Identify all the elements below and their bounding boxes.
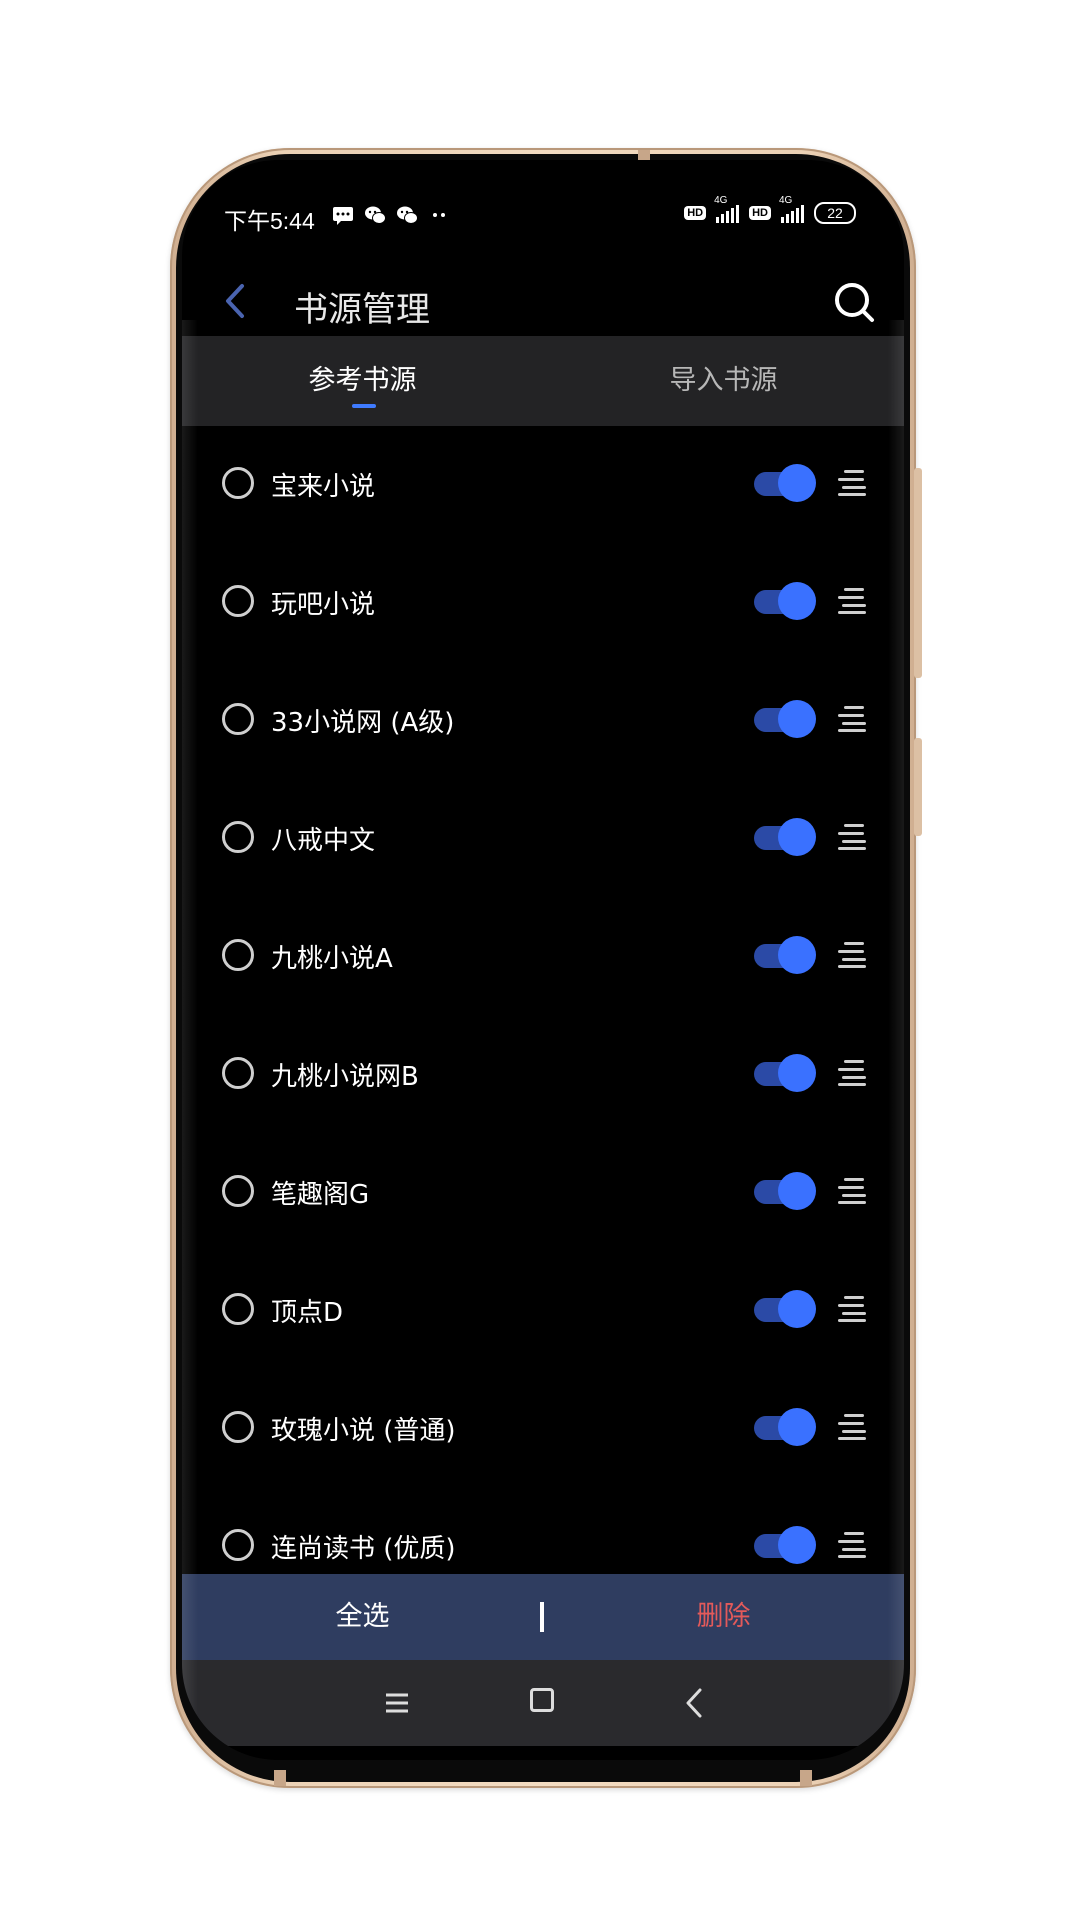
source-row[interactable]: 玫瑰小说 (普通): [182, 1370, 904, 1488]
drag-handle-icon[interactable]: [838, 706, 870, 732]
tab-reference-sources[interactable]: 参考书源: [182, 336, 543, 426]
network-type-label: 4G: [779, 195, 793, 206]
select-radio[interactable]: [222, 1175, 254, 1207]
frame-antenna-line: [274, 1770, 286, 1786]
status-time: 下午5:44: [224, 208, 315, 234]
tab-active-indicator: [352, 404, 376, 408]
enable-toggle[interactable]: [754, 936, 816, 976]
enable-toggle[interactable]: [754, 1290, 816, 1330]
page-title: 书源管理: [294, 290, 430, 330]
source-name: 连尚读书 (优质): [271, 1534, 456, 1564]
select-all-button[interactable]: 全选: [182, 1574, 543, 1660]
drag-handle-icon[interactable]: [838, 470, 870, 496]
enable-toggle[interactable]: [754, 1408, 816, 1448]
drag-handle-icon[interactable]: [838, 1296, 870, 1322]
tab-import-sources[interactable]: 导入书源: [543, 336, 904, 426]
signal-icon: 4G: [779, 195, 804, 223]
notification-icons: [332, 204, 450, 226]
enable-toggle[interactable]: [754, 582, 816, 622]
select-radio[interactable]: [222, 939, 254, 971]
hd-badge: HD: [684, 206, 707, 220]
source-row[interactable]: 八戒中文: [182, 780, 904, 898]
drag-handle-icon[interactable]: [838, 1060, 870, 1086]
network-type-label: 4G: [714, 195, 728, 206]
source-name: 33小说网 (A级): [271, 708, 455, 738]
more-notifications-icon: [433, 213, 445, 217]
source-name: 九桃小说网B: [271, 1062, 419, 1092]
system-nav-bar: [182, 1660, 904, 1746]
source-row[interactable]: 笔趣阁G: [182, 1134, 904, 1252]
frame-antenna-line: [800, 1770, 812, 1786]
source-row[interactable]: 玩吧小说: [182, 544, 904, 662]
hd-badge: HD: [749, 206, 771, 220]
search-icon[interactable]: [832, 280, 876, 324]
status-right: HD 4G HD 4G 22: [684, 195, 856, 224]
drag-handle-icon[interactable]: [838, 588, 870, 614]
drag-handle-icon[interactable]: [838, 1178, 870, 1204]
drag-handle-icon[interactable]: [838, 824, 870, 850]
source-row[interactable]: 33小说网 (A级): [182, 662, 904, 780]
enable-toggle[interactable]: [754, 700, 816, 740]
enable-toggle[interactable]: [754, 464, 816, 504]
select-radio[interactable]: [222, 585, 254, 617]
source-row[interactable]: 九桃小说A: [182, 898, 904, 1016]
delete-button[interactable]: 删除: [543, 1574, 904, 1660]
power-button: [914, 738, 922, 836]
home-square-icon[interactable]: [530, 1688, 554, 1712]
select-radio[interactable]: [222, 1293, 254, 1325]
chevron-left-icon[interactable]: [216, 276, 256, 326]
select-radio[interactable]: [222, 1411, 254, 1443]
tab-bar: 参考书源 导入书源: [182, 336, 904, 426]
menu-icon[interactable]: [382, 1686, 412, 1720]
status-bar: 下午5:44 HD 4G HD 4G 22: [182, 195, 904, 238]
source-row[interactable]: 顶点D: [182, 1252, 904, 1370]
wechat-icon: [397, 206, 418, 224]
source-name: 八戒中文: [271, 826, 376, 856]
drag-handle-icon[interactable]: [838, 1532, 870, 1558]
volume-button: [914, 468, 922, 678]
source-name: 玩吧小说: [271, 590, 376, 620]
message-icon: [333, 207, 353, 225]
source-name: 笔趣阁G: [271, 1180, 370, 1210]
select-radio[interactable]: [222, 467, 254, 499]
enable-toggle[interactable]: [754, 1054, 816, 1094]
enable-toggle[interactable]: [754, 818, 816, 858]
source-name: 九桃小说A: [271, 944, 393, 974]
source-name: 顶点D: [271, 1298, 344, 1328]
wechat-icon: [365, 206, 386, 224]
bottom-action-bar: 全选 删除: [182, 1574, 904, 1660]
drag-handle-icon[interactable]: [838, 1414, 870, 1440]
source-name: 玫瑰小说 (普通): [271, 1416, 456, 1446]
select-radio[interactable]: [222, 821, 254, 853]
source-row[interactable]: 宝来小说: [182, 426, 904, 544]
screen: 下午5:44 HD 4G HD 4G 22 书源管理 参考书源 导入书源 宝来小…: [182, 160, 904, 1760]
enable-toggle[interactable]: [754, 1172, 816, 1212]
select-radio[interactable]: [222, 1529, 254, 1561]
back-icon[interactable]: [682, 1684, 706, 1722]
source-row[interactable]: 九桃小说网B: [182, 1016, 904, 1134]
source-name: 宝来小说: [271, 472, 376, 502]
select-radio[interactable]: [222, 703, 254, 735]
battery-indicator: 22: [814, 202, 856, 224]
signal-icon: 4G: [714, 195, 740, 223]
enable-toggle[interactable]: [754, 1526, 816, 1566]
drag-handle-icon[interactable]: [838, 942, 870, 968]
select-radio[interactable]: [222, 1057, 254, 1089]
source-list: 宝来小说 玩吧小说 33小说网 (A级) 八戒中文 九桃小说A 九桃小说网B 笔…: [182, 426, 904, 1606]
